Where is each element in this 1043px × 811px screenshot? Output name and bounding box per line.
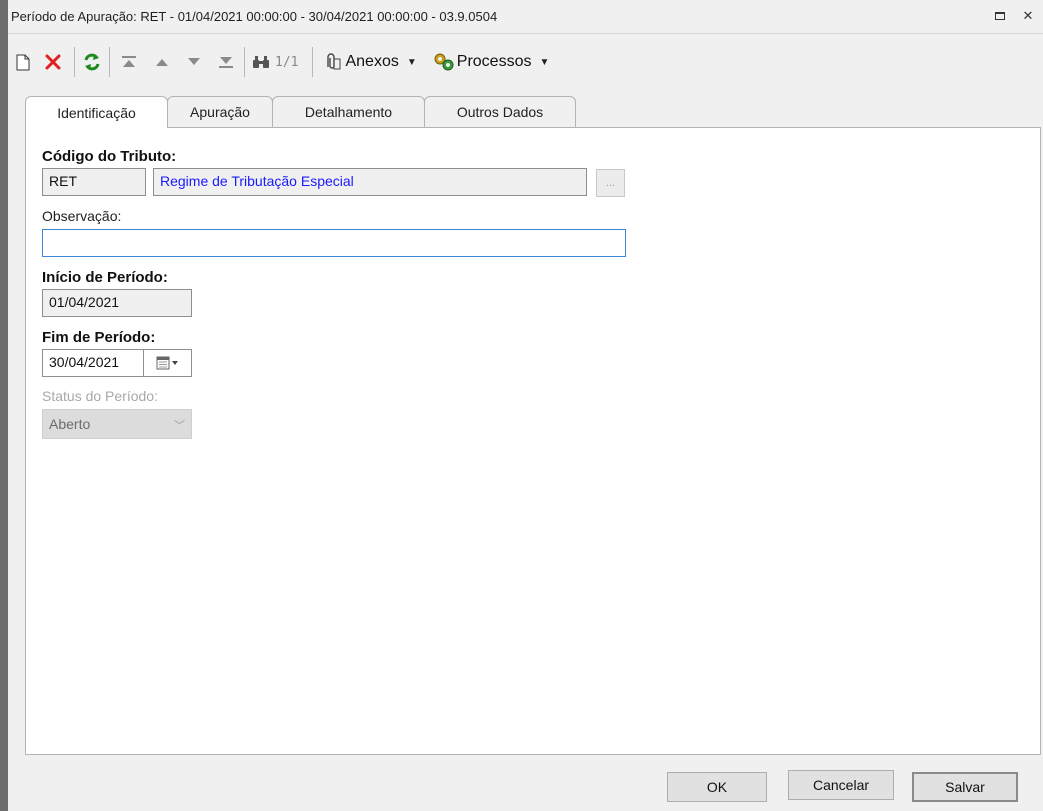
previous-record-icon[interactable] <box>150 47 174 77</box>
cancel-button[interactable]: Cancelar <box>788 770 894 800</box>
chevron-down-icon: ▼ <box>539 56 550 68</box>
processos-label: Processos <box>456 53 532 70</box>
last-record-icon[interactable] <box>214 47 238 77</box>
ok-button[interactable]: OK <box>667 772 767 802</box>
dialog-window: Período de Apuração: RET - 01/04/2021 00… <box>0 0 1043 811</box>
status-periodo-label: Status do Período: <box>42 388 158 404</box>
title-bar: Período de Apuração: RET - 01/04/2021 00… <box>8 0 1043 34</box>
tab-detalhamento[interactable]: Detalhamento <box>272 96 425 127</box>
gears-icon <box>434 53 454 71</box>
calendar-icon <box>156 356 178 370</box>
next-record-icon[interactable] <box>182 47 206 77</box>
tab-panel-identificacao: Código do Tributo: RET Regime de Tributa… <box>25 127 1041 755</box>
record-counter: 1/1 <box>275 54 299 70</box>
fim-periodo-label: Fim de Período: <box>42 329 156 346</box>
tab-strip: Identificação Apuração Detalhamento Outr… <box>25 96 576 128</box>
delete-icon[interactable] <box>38 47 68 77</box>
inicio-periodo-label: Início de Período: <box>42 269 168 286</box>
tab-identificacao[interactable]: Identificação <box>25 96 168 128</box>
observacao-input[interactable] <box>42 229 626 257</box>
paperclip-icon <box>327 53 341 70</box>
fim-periodo-input[interactable]: 30/04/2021 <box>42 349 144 377</box>
status-periodo-value: Aberto <box>49 416 91 432</box>
inicio-periodo-field: 01/04/2021 <box>42 289 192 317</box>
toolbar-separator <box>74 47 75 77</box>
tributo-description-field: Regime de Tributação Especial <box>153 168 587 196</box>
toolbar-separator <box>244 47 245 77</box>
refresh-icon[interactable] <box>81 47 103 77</box>
tab-outros-dados[interactable]: Outros Dados <box>424 96 576 127</box>
restore-icon[interactable] <box>993 8 1007 24</box>
observacao-label: Observação: <box>42 208 122 224</box>
toolbar-separator <box>312 47 314 77</box>
window-controls: ✕ <box>993 8 1035 24</box>
chevron-down-icon: ▼ <box>406 56 417 68</box>
tab-apuracao[interactable]: Apuração <box>167 96 273 127</box>
first-record-icon[interactable] <box>116 47 142 77</box>
codigo-tributo-label: Código do Tributo: <box>42 148 177 165</box>
codigo-tributo-field[interactable]: RET <box>42 168 146 196</box>
toolbar-separator <box>109 47 110 77</box>
processos-button[interactable]: Processos ▼ <box>433 47 550 77</box>
close-icon[interactable]: ✕ <box>1021 8 1035 24</box>
anexos-label: Anexos <box>345 53 399 70</box>
window-title: Período de Apuração: RET - 01/04/2021 00… <box>11 9 498 24</box>
status-periodo-select: Aberto ﹀ <box>42 409 192 439</box>
anexos-button[interactable]: Anexos ▼ <box>323 47 422 77</box>
new-document-icon[interactable] <box>12 47 34 77</box>
lookup-button[interactable]: ... <box>596 169 625 197</box>
toolbar: 1/1 Anexos ▼ Processos ▼ <box>8 40 1043 84</box>
binoculars-icon[interactable] <box>251 47 271 77</box>
date-picker-button[interactable] <box>144 349 192 377</box>
chevron-down-icon: ﹀ <box>174 420 185 432</box>
save-button[interactable]: Salvar <box>912 772 1018 802</box>
